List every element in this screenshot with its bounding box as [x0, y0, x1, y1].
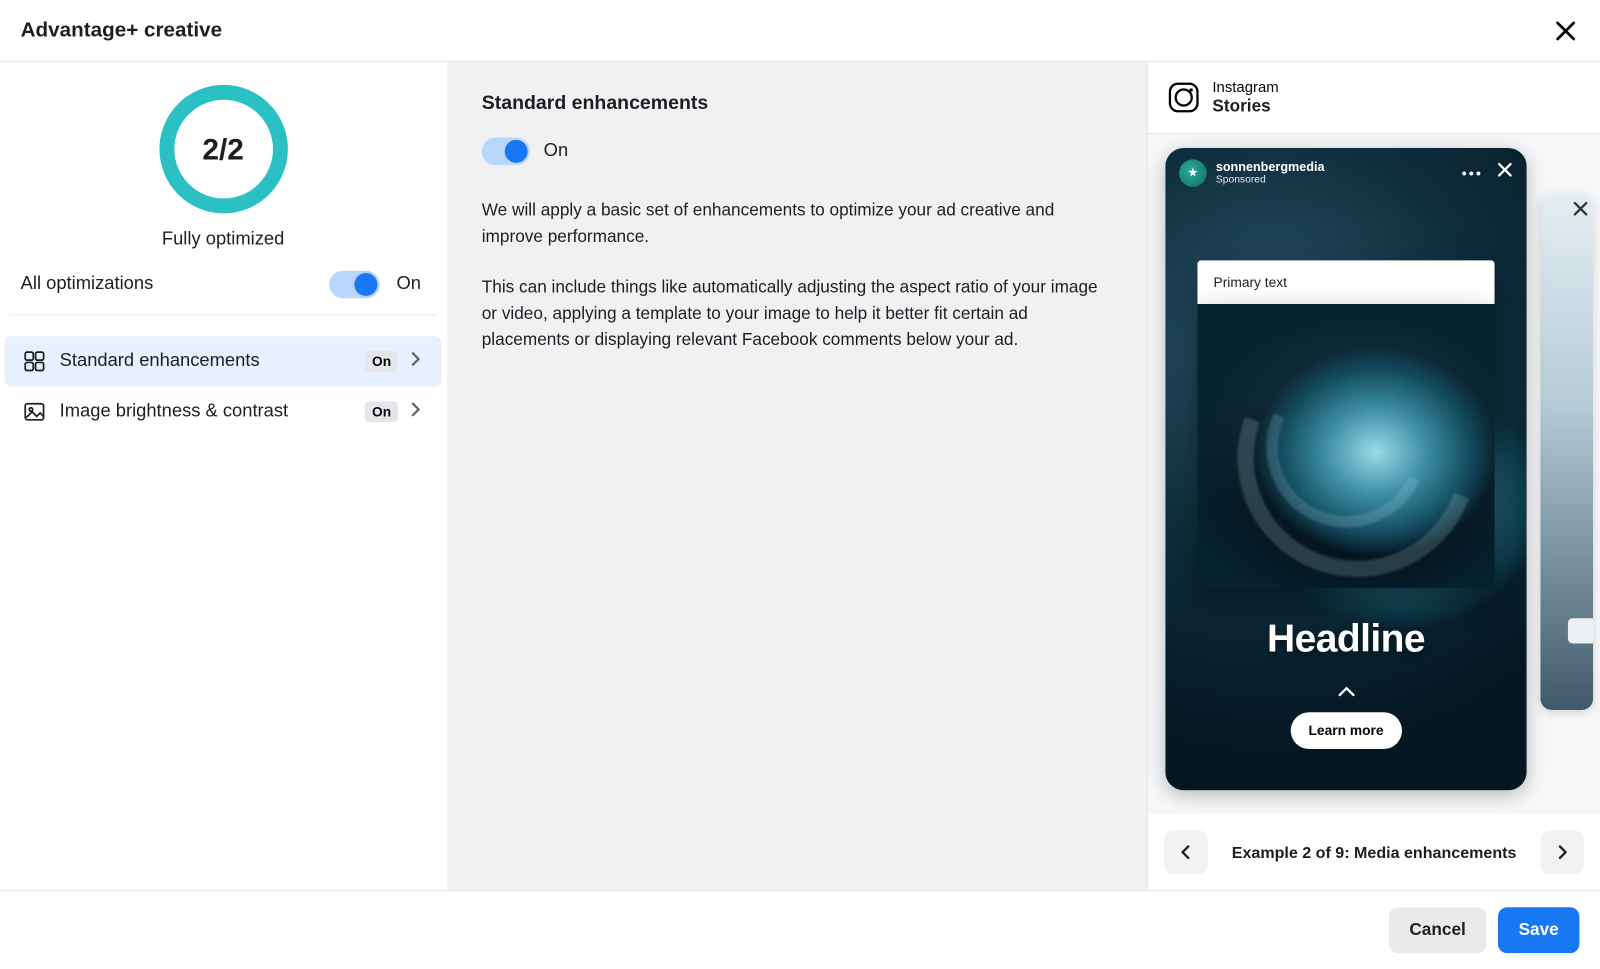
chevron-right-icon [407, 350, 423, 372]
example-counter-label: Example 2 of 9: Media enhancements [1224, 843, 1525, 861]
story-inner-image [1197, 303, 1494, 587]
close-icon[interactable] [1497, 162, 1513, 184]
save-button[interactable]: Save [1498, 907, 1579, 953]
status-badge: On [365, 351, 398, 372]
all-optimizations-toggle[interactable] [329, 271, 379, 299]
next-example-button[interactable] [1540, 830, 1584, 874]
sidebar-item-label: Image brightness & contrast [60, 401, 289, 422]
optimization-gauge: 2/2 [159, 85, 287, 213]
gauge-label: Fully optimized [0, 229, 446, 250]
story-cta-button[interactable]: Learn more [1290, 712, 1402, 749]
preview-story-card: sonnenbergmedia Sponsored ••• Primary te… [1165, 147, 1526, 789]
cancel-button[interactable]: Cancel [1389, 907, 1487, 953]
gauge-value: 2/2 [202, 131, 243, 167]
avatar [1179, 159, 1207, 187]
story-account-name: sonnenbergmedia [1216, 160, 1325, 174]
chevron-up-icon [1165, 684, 1526, 700]
sidebar: 2/2 Fully optimized All optimizations On [0, 62, 447, 890]
preview-platform: Instagram [1212, 78, 1278, 96]
close-icon[interactable] [1552, 17, 1580, 45]
grid-icon [23, 350, 46, 373]
story-headline: Headline [1165, 617, 1526, 662]
sidebar-item-label: Standard enhancements [60, 351, 260, 372]
preview-placement: Stories [1212, 96, 1278, 117]
more-icon[interactable]: ••• [1462, 165, 1483, 181]
sidebar-item-standard-enhancements[interactable]: Standard enhancements On [5, 336, 442, 386]
instagram-icon [1169, 82, 1199, 112]
chevron-right-icon [407, 401, 423, 423]
all-optimizations-label: All optimizations [21, 274, 154, 295]
page-title: Advantage+ creative [21, 18, 222, 42]
preview-panel: Instagram Stories [1147, 62, 1600, 890]
image-icon [23, 400, 46, 423]
story-sponsored-label: Sponsored [1216, 174, 1325, 185]
status-badge: On [365, 401, 398, 422]
preview-secondary-card [1540, 193, 1593, 709]
prev-example-button[interactable] [1164, 830, 1208, 874]
all-optimizations-state: On [396, 274, 420, 293]
story-primary-text: Primary text [1197, 260, 1494, 304]
detail-description-1: We will apply a basic set of enhancement… [482, 197, 1113, 250]
detail-description-2: This can include things like automatical… [482, 274, 1113, 354]
standard-enhancements-state: On [544, 141, 568, 162]
detail-panel: Standard enhancements On We will apply a… [447, 62, 1147, 890]
close-icon[interactable] [1573, 200, 1589, 222]
standard-enhancements-toggle[interactable] [482, 138, 530, 166]
detail-title: Standard enhancements [482, 92, 1113, 115]
sidebar-item-image-brightness-contrast[interactable]: Image brightness & contrast On [5, 387, 442, 437]
